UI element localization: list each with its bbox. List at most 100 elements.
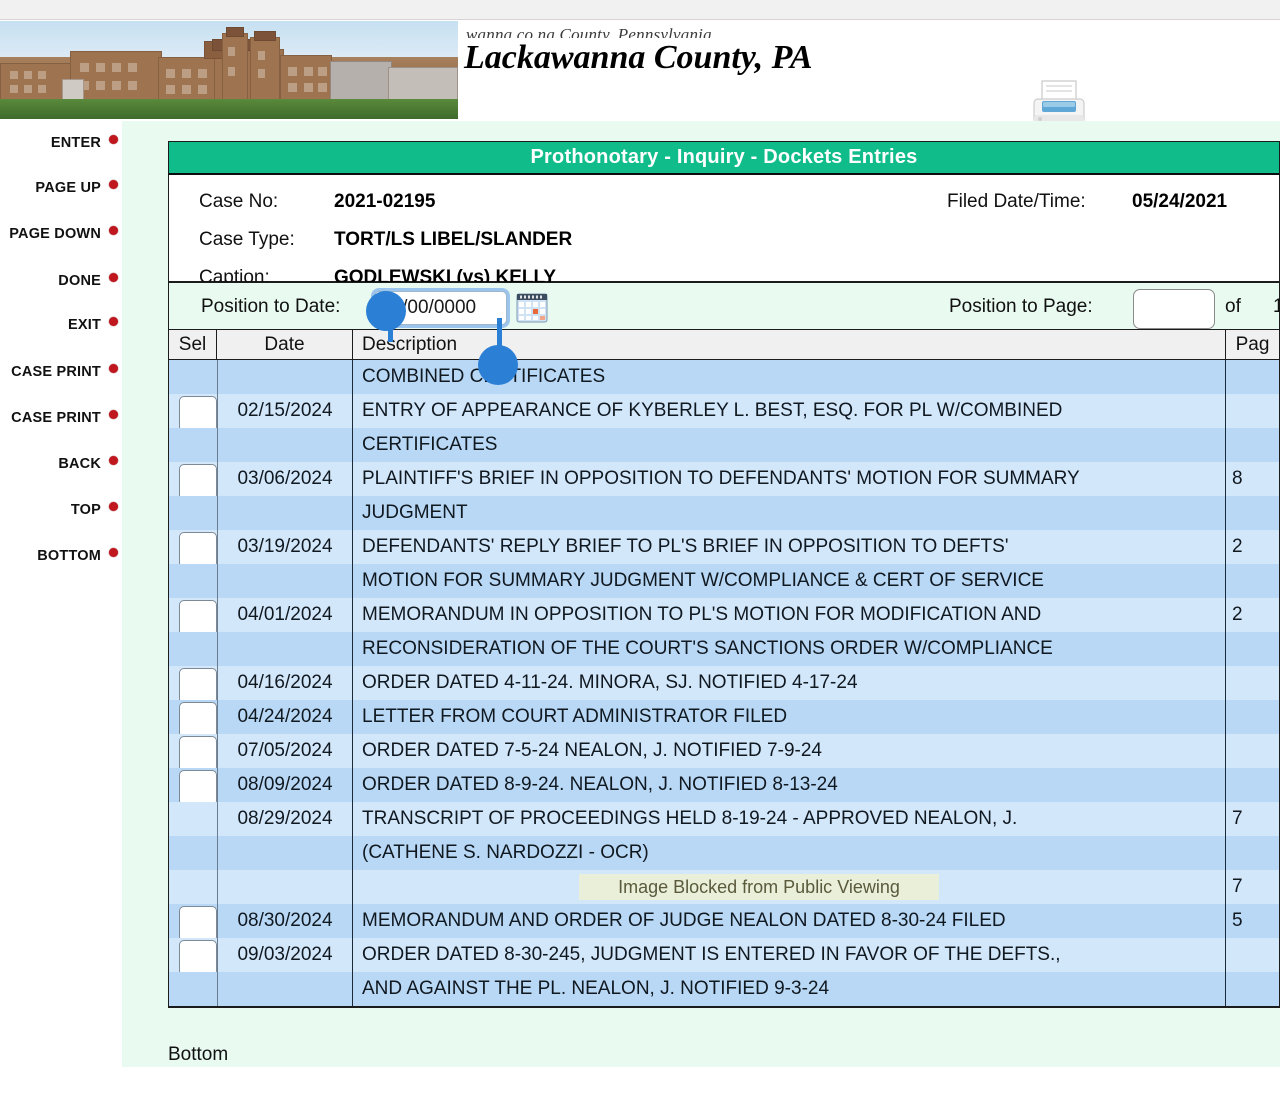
row-page [1225,972,1279,1006]
row-date [217,564,353,598]
row-checkbox[interactable] [179,396,217,432]
row-date: 04/24/2024 [217,700,353,734]
row-description: RECONSIDERATION OF THE COURT'S SANCTIONS… [362,638,1053,659]
row-description: ORDER DATED 8-9-24. NEALON, J. NOTIFIED … [362,774,838,795]
position-to-date-label: Position to Date: [201,296,341,317]
sidebar-item-back[interactable]: BACK [0,449,122,479]
position-to-page-input[interactable] [1133,289,1215,329]
row-select-cell [169,666,217,704]
row-checkbox[interactable] [179,770,217,806]
table-row[interactable]: CERTIFICATES [169,428,1279,462]
column-header-page[interactable]: Pag [1225,329,1280,360]
table-row[interactable]: (CATHENE S. NARDOZZI - OCR) [169,836,1279,870]
bottom-status-label: Bottom [168,1044,229,1065]
case-info-box: Case No: 2021-02195 Filed Date/Time: 05/… [168,175,1280,288]
row-checkbox[interactable] [179,940,217,976]
row-date: 08/30/2024 [217,904,353,938]
table-row[interactable]: 04/24/2024 LETTER FROM COURT ADMINISTRATO… [169,700,1279,738]
table-row[interactable]: JUDGMENT [169,496,1279,530]
sidebar-item-label: PAGE DOWN [9,226,101,242]
sidebar-item-done[interactable]: DONE [0,266,122,296]
row-checkbox[interactable] [179,464,217,500]
bullet-dot-icon [109,409,118,419]
row-page: 2 [1225,598,1279,632]
table-row[interactable]: MOTION FOR SUMMARY JUDGMENT W/COMPLIANCE… [169,564,1279,598]
row-checkbox[interactable] [179,702,217,738]
dockets-table-body[interactable]: COMBINED CERTIFICATES 02/15/2024 ENTRY OF … [168,360,1280,1008]
table-row[interactable]: 03/19/2024 DEFENDANTS' REPLY BRIEF TO PL'… [169,530,1279,568]
dockets-table-header: Sel Date Description Pag [168,329,1280,360]
row-select-cell [169,564,217,598]
row-checkbox[interactable] [179,532,217,568]
position-to-page-label: Position to Page: [949,296,1093,317]
table-row[interactable]: RECONSIDERATION OF THE COURT'S SANCTIONS… [169,632,1279,666]
table-row[interactable]: 08/09/2024 ORDER DATED 8-9-24. NEALON, J.… [169,768,1279,806]
row-page: 2 [1225,530,1279,564]
table-row[interactable]: 07/05/2024 ORDER DATED 7-5-24 NEALON, J. … [169,734,1279,772]
table-row[interactable]: 08/30/2024 MEMORANDUM AND ORDER OF JUDGE … [169,904,1279,942]
column-header-sel[interactable]: Sel [168,329,217,360]
sidebar-item-case-print-2[interactable]: CASE PRINT [0,403,122,433]
row-date: 04/16/2024 [217,666,353,700]
row-date [217,836,353,870]
table-row[interactable]: 03/06/2024 PLAINTIFF'S BRIEF IN OPPOSITIO… [169,462,1279,500]
column-header-date[interactable]: Date [216,329,353,360]
sidebar-item-label: PAGE UP [35,180,101,196]
row-description: TRANSCRIPT OF PROCEEDINGS HELD 8-19-24 -… [362,808,1018,829]
row-page [1225,564,1279,598]
sidebar-item-bottom[interactable]: BOTTOM [0,541,122,571]
row-date: 08/29/2024 [217,802,353,836]
bullet-dot-icon [109,179,118,189]
row-description: MOTION FOR SUMMARY JUDGMENT W/COMPLIANCE… [362,570,1044,591]
row-page [1225,666,1279,700]
row-description: LETTER FROM COURT ADMINISTRATOR FILED [362,706,788,727]
row-date: 03/06/2024 [217,462,353,496]
row-date [217,428,353,462]
sidebar-item-page-up[interactable]: PAGE UP [0,173,122,203]
sidebar-item-label: CASE PRINT [11,410,101,426]
row-description: ENTRY OF APPEARANCE OF KYBERLEY L. BEST,… [362,400,1063,421]
row-page [1225,700,1279,734]
table-row[interactable]: 04/16/2024 ORDER DATED 4-11-24. MINORA, S… [169,666,1279,704]
sidebar-item-label: BOTTOM [37,548,101,564]
column-header-description[interactable]: Description [352,329,1226,360]
table-row[interactable]: COMBINED CERTIFICATES [169,360,1279,394]
row-checkbox[interactable] [179,600,217,636]
case-no-label: Case No: [199,191,279,212]
row-page [1225,734,1279,768]
row-description: JUDGMENT [362,502,468,523]
row-select-cell [169,972,217,1006]
row-date [217,360,353,394]
row-date: 03/19/2024 [217,530,353,564]
sidebar-item-enter[interactable]: ENTER [0,128,122,158]
table-row[interactable]: 09/03/2024 ORDER DATED 8-30-245, JUDGMENT… [169,938,1279,976]
sidebar-item-top[interactable]: TOP [0,495,122,525]
row-description: AND AGAINST THE PL. NEALON, J. NOTIFIED … [362,978,830,999]
row-select-cell [169,394,217,432]
table-row[interactable]: 08/29/2024 TRANSCRIPT OF PROCEEDINGS HELD… [169,802,1279,836]
sidebar-item-exit[interactable]: EXIT [0,310,122,340]
row-select-cell [169,632,217,666]
table-row[interactable]: AND AGAINST THE PL. NEALON, J. NOTIFIED … [169,972,1279,1006]
table-row[interactable]: 02/15/2024 ENTRY OF APPEARANCE OF KYBERLE… [169,394,1279,432]
bullet-dot-icon [109,547,118,557]
row-date: 04/01/2024 [217,598,353,632]
banner-ghost-text: wanna co na County, Pennsylvania [466,25,712,38]
bullet-dot-icon [109,455,118,465]
row-checkbox[interactable] [179,736,217,772]
table-row[interactable]: 7 [169,870,1279,904]
bullet-dot-icon [109,501,118,511]
row-page [1225,768,1279,802]
sidebar-item-page-down[interactable]: PAGE DOWN [0,219,122,249]
position-to-date-input[interactable] [374,291,507,325]
row-select-cell [169,904,217,942]
row-select-cell [169,462,217,500]
row-checkbox[interactable] [179,906,217,942]
row-date [217,496,353,530]
sidebar-item-case-print-1[interactable]: CASE PRINT [0,357,122,387]
table-row[interactable]: 04/01/2024 MEMORANDUM IN OPPOSITION TO PL… [169,598,1279,636]
browser-top-strip [0,0,1280,20]
row-checkbox[interactable] [179,668,217,704]
calendar-icon[interactable] [516,293,548,323]
printer-icon[interactable] [1024,79,1094,121]
